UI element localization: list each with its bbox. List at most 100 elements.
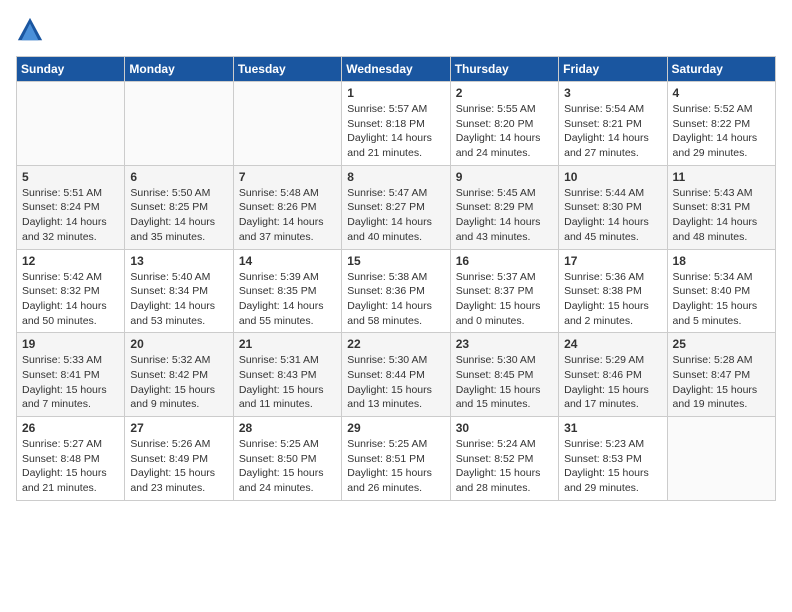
day-info-line: Sunrise: 5:26 AM (130, 437, 227, 452)
day-info-line: Daylight: 14 hours (347, 215, 444, 230)
week-row-3: 19Sunrise: 5:33 AMSunset: 8:41 PMDayligh… (17, 333, 776, 417)
day-info-line: Sunrise: 5:47 AM (347, 186, 444, 201)
day-info-line: and 23 minutes. (130, 481, 227, 496)
day-info-line: Sunrise: 5:30 AM (456, 353, 553, 368)
day-info-line: Daylight: 14 hours (347, 299, 444, 314)
day-info-line: and 28 minutes. (456, 481, 553, 496)
day-number: 18 (673, 254, 770, 268)
day-info-line: and 19 minutes. (673, 397, 770, 412)
calendar-cell: 21Sunrise: 5:31 AMSunset: 8:43 PMDayligh… (233, 333, 341, 417)
day-info-line: and 21 minutes. (347, 146, 444, 161)
day-info-line: and 0 minutes. (456, 314, 553, 329)
day-info-line: Sunset: 8:41 PM (22, 368, 119, 383)
day-info-line: Sunrise: 5:50 AM (130, 186, 227, 201)
day-number: 12 (22, 254, 119, 268)
logo (16, 16, 48, 44)
day-info-line: Sunset: 8:21 PM (564, 117, 661, 132)
day-number: 7 (239, 170, 336, 184)
weekday-header-friday: Friday (559, 57, 667, 82)
day-info-line: Sunrise: 5:54 AM (564, 102, 661, 117)
day-number: 17 (564, 254, 661, 268)
day-info-line: Sunrise: 5:51 AM (22, 186, 119, 201)
day-info-line: and 58 minutes. (347, 314, 444, 329)
day-number: 8 (347, 170, 444, 184)
calendar-cell: 2Sunrise: 5:55 AMSunset: 8:20 PMDaylight… (450, 82, 558, 166)
day-info-line: Sunrise: 5:23 AM (564, 437, 661, 452)
day-info-line: Sunset: 8:34 PM (130, 284, 227, 299)
day-info-line: and 21 minutes. (22, 481, 119, 496)
day-info-line: and 7 minutes. (22, 397, 119, 412)
day-number: 3 (564, 86, 661, 100)
calendar-cell: 18Sunrise: 5:34 AMSunset: 8:40 PMDayligh… (667, 249, 775, 333)
day-info-line: and 2 minutes. (564, 314, 661, 329)
day-info-line: Sunrise: 5:33 AM (22, 353, 119, 368)
day-info-line: Daylight: 14 hours (564, 131, 661, 146)
day-info-line: Daylight: 15 hours (22, 466, 119, 481)
day-number: 31 (564, 421, 661, 435)
calendar-cell: 26Sunrise: 5:27 AMSunset: 8:48 PMDayligh… (17, 417, 125, 501)
day-number: 21 (239, 337, 336, 351)
day-info-line: Daylight: 15 hours (347, 383, 444, 398)
day-info-line: Daylight: 14 hours (22, 215, 119, 230)
day-info-line: Daylight: 15 hours (456, 466, 553, 481)
day-info-line: Sunset: 8:52 PM (456, 452, 553, 467)
day-info-line: Sunrise: 5:30 AM (347, 353, 444, 368)
day-number: 4 (673, 86, 770, 100)
day-info-line: and 29 minutes. (564, 481, 661, 496)
day-info-line: Sunset: 8:45 PM (456, 368, 553, 383)
day-info-line: Daylight: 14 hours (456, 215, 553, 230)
day-info-line: Sunrise: 5:36 AM (564, 270, 661, 285)
calendar-cell: 25Sunrise: 5:28 AMSunset: 8:47 PMDayligh… (667, 333, 775, 417)
day-info-line: Daylight: 15 hours (564, 383, 661, 398)
day-info-line: Daylight: 14 hours (130, 299, 227, 314)
calendar-cell: 24Sunrise: 5:29 AMSunset: 8:46 PMDayligh… (559, 333, 667, 417)
day-info-line: Daylight: 15 hours (22, 383, 119, 398)
day-info-line: Sunset: 8:46 PM (564, 368, 661, 383)
calendar-cell: 17Sunrise: 5:36 AMSunset: 8:38 PMDayligh… (559, 249, 667, 333)
day-info-line: Sunrise: 5:55 AM (456, 102, 553, 117)
day-number: 9 (456, 170, 553, 184)
day-info-line: Sunrise: 5:44 AM (564, 186, 661, 201)
day-info-line: Daylight: 15 hours (130, 383, 227, 398)
day-number: 19 (22, 337, 119, 351)
day-info-line: Sunset: 8:42 PM (130, 368, 227, 383)
day-info-line: Sunset: 8:35 PM (239, 284, 336, 299)
day-info-line: and 37 minutes. (239, 230, 336, 245)
day-info-line: Sunrise: 5:25 AM (239, 437, 336, 452)
day-info-line: Sunset: 8:38 PM (564, 284, 661, 299)
calendar-cell: 8 Sunrise: 5:47 AMSunset: 8:27 PMDaylight… (342, 165, 450, 249)
day-info-line: Sunset: 8:26 PM (239, 200, 336, 215)
day-info-line: and 5 minutes. (673, 314, 770, 329)
day-number: 25 (673, 337, 770, 351)
day-info-line: Sunset: 8:27 PM (347, 200, 444, 215)
day-info-line: Sunrise: 5:31 AM (239, 353, 336, 368)
day-info-line: and 32 minutes. (22, 230, 119, 245)
day-info-line: Daylight: 14 hours (239, 215, 336, 230)
week-row-1: 5Sunrise: 5:51 AMSunset: 8:24 PMDaylight… (17, 165, 776, 249)
day-info-line: Sunrise: 5:38 AM (347, 270, 444, 285)
day-info-line: Sunset: 8:40 PM (673, 284, 770, 299)
calendar-cell: 3 Sunrise: 5:54 AMSunset: 8:21 PMDaylight… (559, 82, 667, 166)
day-info-line: Sunset: 8:29 PM (456, 200, 553, 215)
week-row-2: 12Sunrise: 5:42 AMSunset: 8:32 PMDayligh… (17, 249, 776, 333)
day-info-line: Sunset: 8:18 PM (347, 117, 444, 132)
day-info-line: Sunset: 8:48 PM (22, 452, 119, 467)
day-info-line: Sunrise: 5:39 AM (239, 270, 336, 285)
calendar-cell: 28Sunrise: 5:25 AMSunset: 8:50 PMDayligh… (233, 417, 341, 501)
calendar-cell: 23Sunrise: 5:30 AMSunset: 8:45 PMDayligh… (450, 333, 558, 417)
day-info-line: Sunset: 8:24 PM (22, 200, 119, 215)
day-number: 2 (456, 86, 553, 100)
weekday-header-saturday: Saturday (667, 57, 775, 82)
calendar-cell: 20Sunrise: 5:32 AMSunset: 8:42 PMDayligh… (125, 333, 233, 417)
day-info-line: Sunset: 8:30 PM (564, 200, 661, 215)
calendar-cell: 11Sunrise: 5:43 AMSunset: 8:31 PMDayligh… (667, 165, 775, 249)
day-info-line: and 35 minutes. (130, 230, 227, 245)
page-header (16, 16, 776, 44)
weekday-header-row: SundayMondayTuesdayWednesdayThursdayFrid… (17, 57, 776, 82)
calendar-cell: 9Sunrise: 5:45 AMSunset: 8:29 PMDaylight… (450, 165, 558, 249)
day-info-line: Sunset: 8:20 PM (456, 117, 553, 132)
day-info-line: and 40 minutes. (347, 230, 444, 245)
day-info-line: Daylight: 14 hours (564, 215, 661, 230)
weekday-header-tuesday: Tuesday (233, 57, 341, 82)
calendar-cell: 29Sunrise: 5:25 AMSunset: 8:51 PMDayligh… (342, 417, 450, 501)
